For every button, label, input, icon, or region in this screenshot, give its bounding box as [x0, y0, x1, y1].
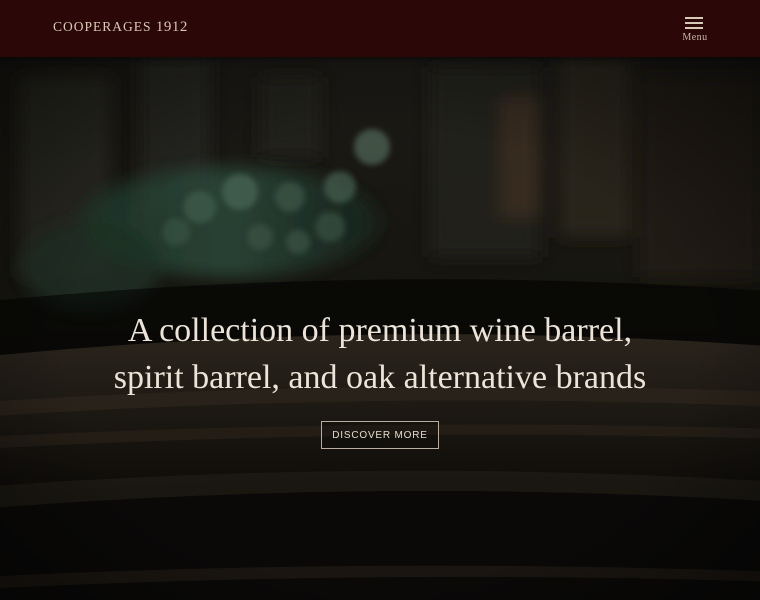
- hero-section: A collection of premium wine barrel, spi…: [0, 57, 760, 600]
- discover-more-button[interactable]: DISCOVER MORE: [321, 421, 439, 449]
- site-header: COOPERAGES 1912 Menu: [0, 0, 760, 57]
- hamburger-icon: [685, 17, 703, 30]
- hero-headline: A collection of premium wine barrel, spi…: [113, 312, 647, 396]
- brand-year: 1912: [155, 19, 188, 35]
- hero-copy: A collection of premium wine barrel, spi…: [90, 307, 670, 449]
- brand-name: COOPERAGES: [53, 19, 152, 34]
- brand-logo[interactable]: COOPERAGES 1912: [53, 19, 188, 36]
- menu-label: Menu: [682, 32, 708, 43]
- menu-button[interactable]: Menu: [676, 14, 714, 46]
